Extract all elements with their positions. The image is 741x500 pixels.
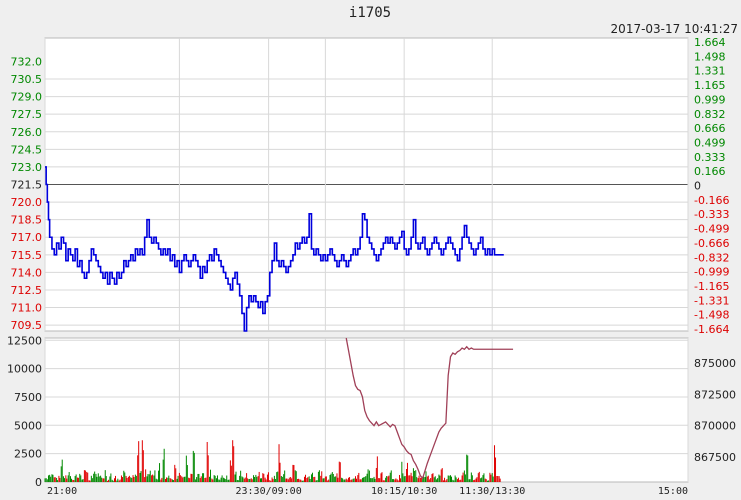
percent-tick-label: 1.498 bbox=[694, 50, 726, 63]
price-tick-label: 709.5 bbox=[11, 319, 43, 332]
percent-tick-label: 0.999 bbox=[694, 93, 726, 106]
price-tick-label: 711.0 bbox=[11, 302, 43, 315]
percent-tick-label: -0.333 bbox=[694, 208, 729, 221]
price-tick-label: 717.0 bbox=[11, 231, 43, 244]
price-tick-label: 730.5 bbox=[11, 73, 43, 86]
percent-tick-label: 1.664 bbox=[694, 36, 726, 49]
time-tick-label: 15:00 bbox=[658, 486, 688, 497]
price-tick-label: 726.0 bbox=[11, 126, 43, 139]
percent-tick-label: 0.166 bbox=[694, 165, 726, 178]
price-tick-label: 723.0 bbox=[11, 161, 43, 174]
percent-tick-label: 0.832 bbox=[694, 108, 726, 121]
percent-tick-label: 1.165 bbox=[694, 79, 726, 92]
percent-tick-label: 0 bbox=[694, 180, 701, 193]
percent-tick-label: -0.666 bbox=[694, 237, 729, 250]
price-tick-label: 724.5 bbox=[11, 143, 43, 156]
percent-tick-label: -0.832 bbox=[694, 251, 729, 264]
price-tick-label: 727.5 bbox=[11, 108, 43, 121]
percent-tick-label: 0.666 bbox=[694, 122, 726, 135]
volume-tick-label: 7500 bbox=[14, 391, 42, 404]
percent-tick-label: -0.166 bbox=[694, 194, 729, 207]
oi-tick-label: 870000 bbox=[694, 420, 736, 433]
price-tick-label: 712.5 bbox=[11, 284, 43, 297]
timestamp: 2017-03-17 10:41:27 bbox=[611, 22, 738, 36]
price-tick-label: 720.0 bbox=[11, 196, 43, 209]
time-tick-label: 23:30/09:00 bbox=[235, 486, 301, 497]
percent-tick-label: -1.165 bbox=[694, 280, 729, 293]
volume-tick-label: 5000 bbox=[14, 419, 42, 432]
percent-tick-label: -0.999 bbox=[694, 266, 729, 279]
percent-tick-label: 1.331 bbox=[694, 65, 726, 78]
price-tick-label: 729.0 bbox=[11, 91, 43, 104]
volume-tick-label: 10000 bbox=[7, 363, 42, 376]
price-tick-label: 721.5 bbox=[11, 179, 43, 192]
price-tick-label: 718.5 bbox=[11, 214, 43, 227]
oi-tick-label: 867500 bbox=[694, 451, 736, 464]
percent-tick-label: 0.333 bbox=[694, 151, 726, 164]
chart-title: i1705 bbox=[349, 5, 391, 21]
volume-tick-label: 2500 bbox=[14, 448, 42, 461]
oi-tick-label: 875000 bbox=[694, 357, 736, 370]
percent-tick-label: -1.331 bbox=[694, 294, 729, 307]
volume-tick-label: 12500 bbox=[7, 334, 42, 347]
percent-tick-label: 0.499 bbox=[694, 136, 726, 149]
time-tick-label: 21:00 bbox=[47, 486, 77, 497]
volume-panel bbox=[44, 337, 689, 483]
time-tick-label: 11:30/13:30 bbox=[459, 486, 525, 497]
oi-tick-label: 872500 bbox=[694, 388, 736, 401]
price-tick-label: 715.5 bbox=[11, 249, 43, 262]
percent-tick-label: -0.499 bbox=[694, 223, 729, 236]
volume-tick-label: 0 bbox=[35, 476, 42, 489]
price-tick-label: 732.0 bbox=[11, 55, 43, 68]
price-tick-label: 714.0 bbox=[11, 266, 43, 279]
percent-tick-label: -1.498 bbox=[694, 309, 729, 322]
intraday-chart: i1705 2017-03-17 10:41:27 732.0 730.5 729.… bbox=[7, 5, 738, 497]
percent-tick-label: -1.664 bbox=[694, 323, 729, 336]
time-tick-label: 10:15/10:30 bbox=[371, 486, 437, 497]
